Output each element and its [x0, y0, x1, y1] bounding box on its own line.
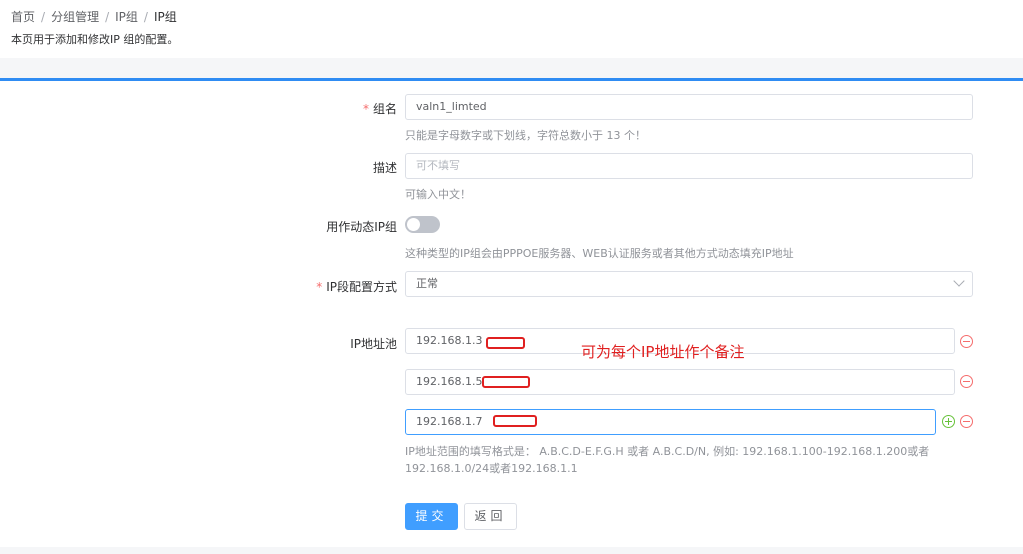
breadcrumb-current: IP组: [153, 10, 177, 24]
toggle-knob: [407, 218, 420, 231]
required-asterisk: *: [362, 102, 369, 116]
breadcrumb-ip-group[interactable]: IP组: [115, 10, 138, 24]
ip-config-mode-select[interactable]: 正常: [405, 271, 973, 297]
annotation-mark: [486, 337, 525, 349]
breadcrumb-group-management[interactable]: 分组管理: [51, 10, 99, 24]
breadcrumb-separator: /: [41, 10, 46, 24]
annotation-mark: [493, 415, 537, 427]
dynamic-toggle[interactable]: [405, 216, 440, 233]
remove-entry-icon[interactable]: [960, 335, 973, 348]
annotation-text: 可为每个IP地址作个备注: [581, 343, 745, 361]
accent-line: [0, 78, 1023, 81]
back-button[interactable]: 返回: [464, 503, 517, 530]
chevron-down-icon: [953, 275, 965, 287]
submit-button[interactable]: 提交: [405, 503, 458, 530]
page-description: 本页用于添加和修改IP 组的配置。: [11, 33, 179, 46]
add-entry-icon[interactable]: [942, 415, 955, 428]
dynamic-label: 用作动态IP组: [326, 220, 397, 234]
section-divider: [0, 58, 1023, 80]
description-input[interactable]: 可不填写: [405, 153, 973, 179]
required-asterisk: *: [316, 280, 323, 294]
breadcrumb-home[interactable]: 首页: [11, 10, 35, 24]
remove-entry-icon[interactable]: [960, 415, 973, 428]
breadcrumb: 首页 / 分组管理 / IP组 / IP组: [11, 8, 177, 25]
ip-pool-hint-line1: IP地址范围的填写格式是： A.B.C.D-E.F.G.H 或者 A.B.C.D…: [405, 445, 930, 458]
annotation-mark: [482, 376, 530, 388]
group-name-label: * 组名: [362, 102, 397, 116]
page-header: 首页 / 分组管理 / IP组 / IP组 本页用于添加和修改IP 组的配置。: [0, 0, 1023, 58]
ip-pool-hint-line2: 192.168.1.0/24或者192.168.1.1: [405, 462, 578, 475]
ip-config-mode-value: 正常: [416, 277, 438, 290]
group-name-input[interactable]: valn1_limted: [405, 94, 973, 120]
breadcrumb-separator: /: [105, 10, 110, 24]
breadcrumb-separator: /: [143, 10, 148, 24]
footer-band: [0, 547, 1023, 554]
description-label: 描述: [372, 161, 397, 175]
ip-pool-label: IP地址池: [350, 337, 397, 351]
ip-config-mode-label: * IP段配置方式: [316, 280, 397, 294]
ip-entry-input[interactable]: 192.168.1.7: [405, 409, 936, 435]
description-hint: 可输入中文！: [405, 188, 471, 201]
remove-entry-icon[interactable]: [960, 375, 973, 388]
dynamic-hint: 这种类型的IP组会由PPPOE服务器、WEB认证服务或者其他方式动态填充IP地址: [405, 247, 794, 260]
group-name-hint: 只能是字母数字或下划线，字符总数小于 13 个！: [405, 129, 646, 142]
